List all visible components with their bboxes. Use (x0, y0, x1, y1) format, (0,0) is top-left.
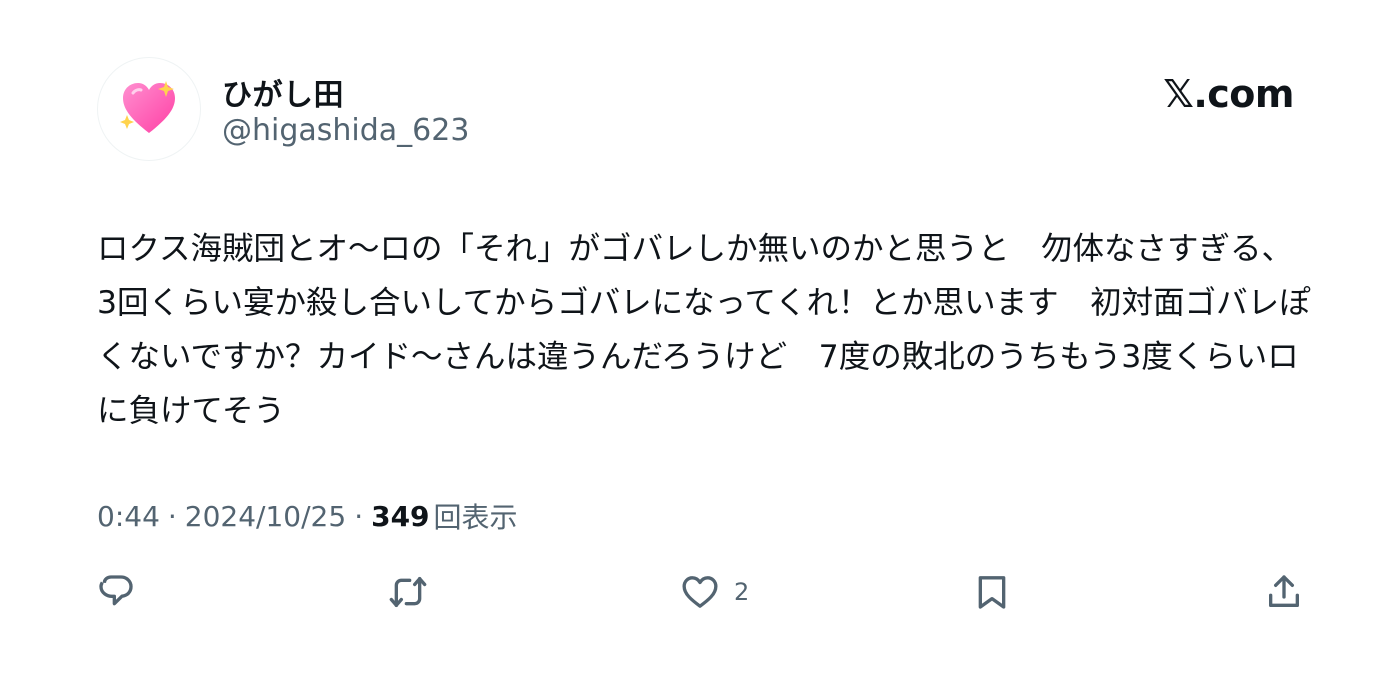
views-label: 回表示 (433, 501, 518, 534)
bookmark-icon (978, 576, 1006, 609)
views-count: 349 (371, 499, 430, 533)
meta-separator: · (354, 499, 364, 533)
user-handle[interactable]: @higashida_623 (222, 113, 469, 148)
reply-icon (99, 575, 133, 606)
share-icon (1269, 575, 1299, 607)
avatar[interactable] (97, 57, 201, 161)
display-name[interactable]: ひがし田 (222, 70, 344, 114)
share-button[interactable] (1264, 568, 1304, 616)
tweet-meta: 0:44 · 2024/10/25 · 349 回表示 (97, 496, 518, 536)
like-count: 2 (734, 578, 750, 606)
meta-separator: · (167, 499, 177, 533)
bookmark-button[interactable] (972, 568, 1012, 616)
action-bar: 2 (0, 568, 1376, 616)
retweet-icon (389, 577, 427, 607)
tweet-date[interactable]: 2024/10/25 (185, 500, 346, 533)
sparkling-heart-icon (120, 81, 175, 133)
retweet-button[interactable] (388, 568, 428, 616)
tweet-text: ロクス海賊団とオ〜ロの「それ」がゴバレしか無いのかと思うと 勿体なさすぎる、3回… (97, 231, 1311, 429)
like-button[interactable]: 2 (680, 568, 749, 616)
reply-button[interactable] (96, 568, 136, 616)
tweet-time[interactable]: 0:44 (97, 500, 160, 533)
heart-icon (682, 576, 718, 608)
x-logo[interactable]: 𝕏.com (1163, 72, 1294, 116)
